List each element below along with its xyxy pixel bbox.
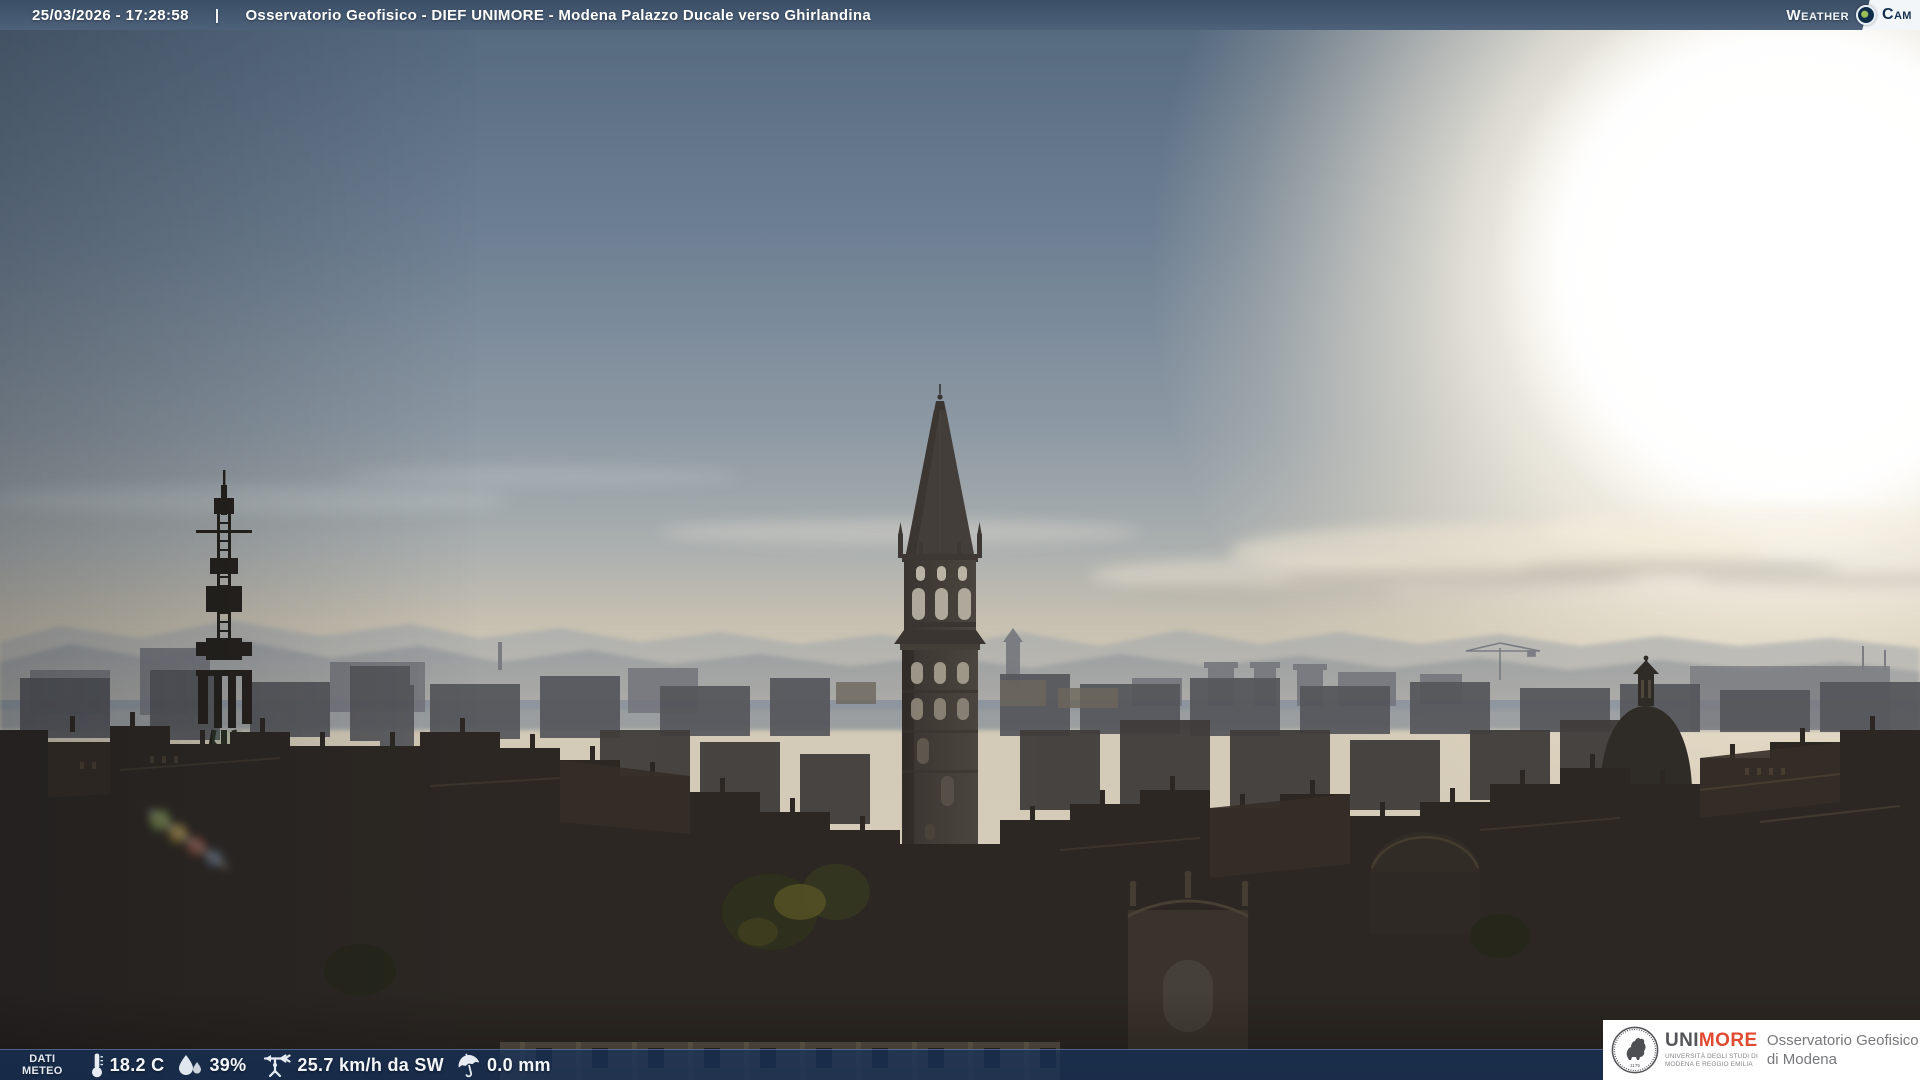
vignette-left [0, 30, 1920, 1080]
meteo-label-line1: DATI [29, 1052, 56, 1065]
university-subtitle: UNIVERSITÀ DEGLI STUDI DI MODENA E REGGI… [1665, 1053, 1758, 1070]
umbrella-icon [457, 1053, 481, 1078]
weathercam-lens-icon [1856, 5, 1877, 25]
webcam-photo [0, 30, 1920, 1080]
webcam-photo-scene [0, 30, 1920, 1080]
university-subtitle-line2: MODENA E REGGIO EMILIA [1665, 1061, 1753, 1068]
unimore-seal-year: 1175 [1630, 1063, 1640, 1068]
unimore-wordmark-more: MORE [1698, 1029, 1758, 1051]
humidity-value: 39% [209, 1054, 247, 1075]
meteo-data-label: DATI METEO [22, 1053, 63, 1078]
observatory-name-line1: Osservatorio Geofisico [1766, 1031, 1919, 1049]
webcam-viewer: 25/03/2026 - 17:28:58 | Osservatorio Geo… [0, 0, 1920, 1080]
unimore-logo: UNIMORE UNIVERSITÀ DEGLI STUDI DI MODENA… [1665, 1031, 1758, 1070]
precipitation-value: 0.0 mm [486, 1054, 551, 1075]
wind-value: 25.7 km/h da SW [297, 1054, 444, 1075]
weathercam-weather-label: Weather [1786, 6, 1850, 24]
separator: | [214, 6, 220, 24]
unimore-wordmark-uni: UNI [1665, 1029, 1699, 1051]
observatory-name-line2: di Modena [1766, 1051, 1837, 1068]
thermometer-icon [90, 1052, 104, 1078]
unimore-seal-icon: 1175 [1611, 1026, 1659, 1074]
unimore-panel: 1175 UNIMORE UNIVERSITÀ DEGLI STUDI DI M… [1603, 1020, 1920, 1080]
page-title: Osservatorio Geofisico - DIEF UNIMORE - … [245, 6, 871, 24]
header-bar: 25/03/2026 - 17:28:58 | Osservatorio Geo… [0, 0, 1920, 30]
meteo-label-line2: METEO [22, 1065, 63, 1077]
temperature-value: 18.2 C [109, 1054, 165, 1075]
unimore-wordmark: UNIMORE [1665, 1031, 1758, 1050]
timestamp: 25/03/2026 - 17:28:58 [32, 6, 189, 24]
header-text: 25/03/2026 - 17:28:58 | Osservatorio Geo… [0, 7, 871, 24]
weathercam-logo: Weather Cam [1786, 0, 1920, 30]
humidity-icon [177, 1054, 203, 1076]
observatory-name: Osservatorio Geofisico di Modena [1767, 1031, 1919, 1070]
university-subtitle-line1: UNIVERSITÀ DEGLI STUDI DI [1665, 1052, 1758, 1060]
wind-icon [261, 1052, 292, 1078]
weathercam-cam-label: Cam [1882, 6, 1912, 23]
